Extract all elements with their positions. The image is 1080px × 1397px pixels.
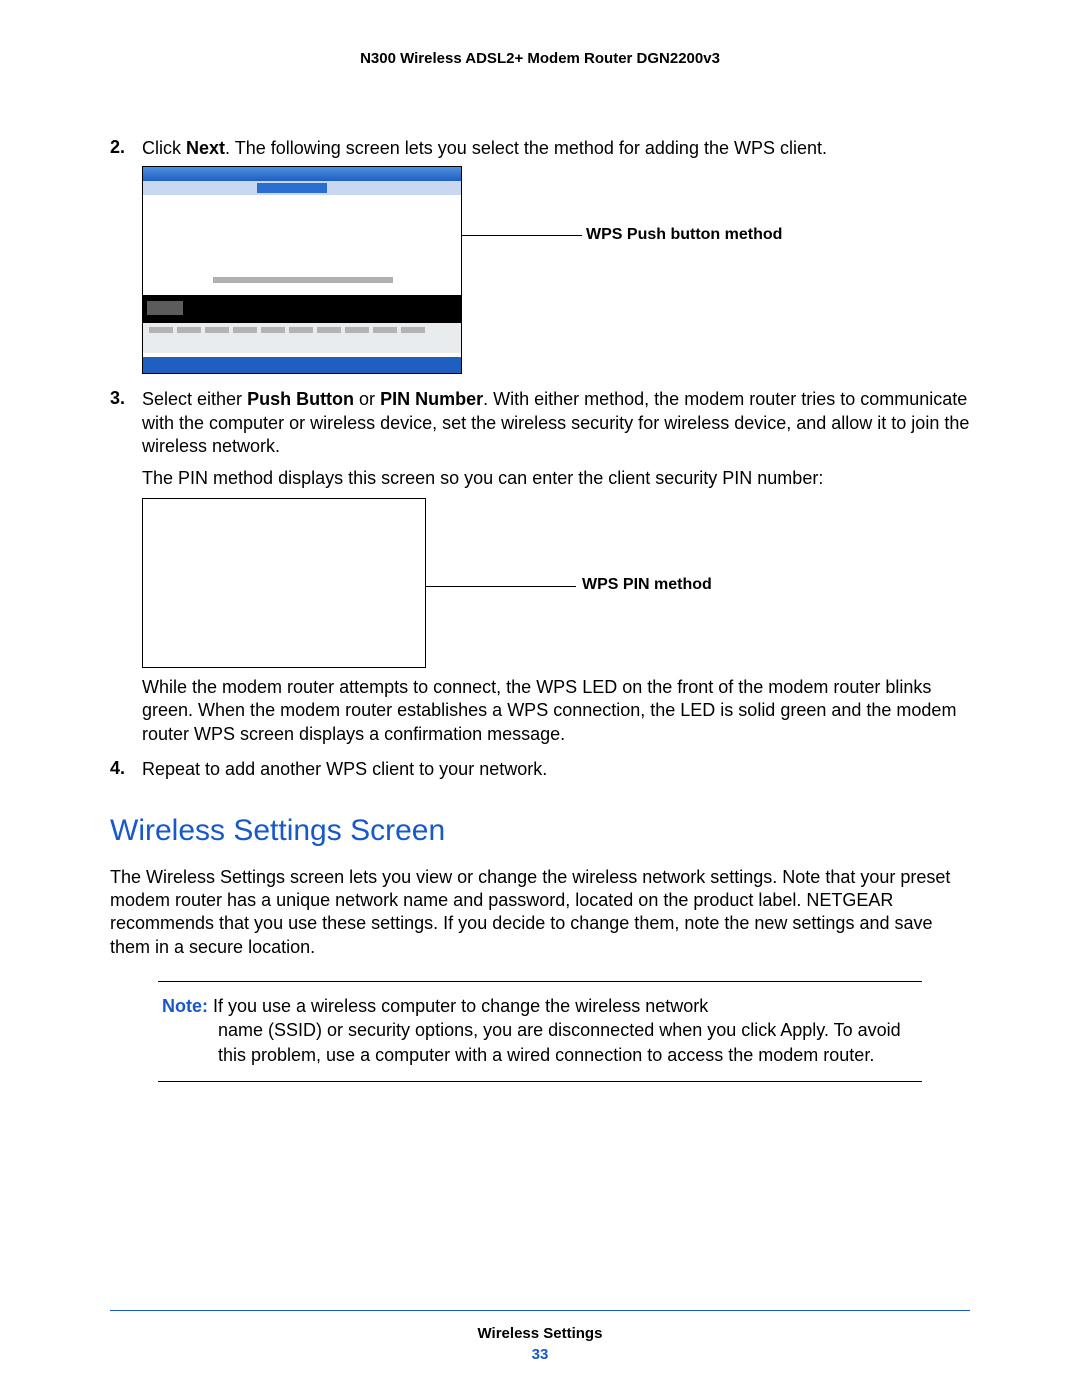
footer-section-label: Wireless Settings bbox=[0, 1325, 1080, 1342]
note-rule-bottom bbox=[158, 1081, 922, 1082]
step-2-body: Click Next. The following screen lets yo… bbox=[142, 137, 970, 160]
callout-2-label: WPS PIN method bbox=[582, 576, 712, 594]
step-2-text-pre: Click bbox=[142, 138, 186, 158]
step-3-number: 3. bbox=[110, 388, 142, 490]
footer-rule bbox=[110, 1310, 970, 1311]
document-page: N300 Wireless ADSL2+ Modem Router DGN220… bbox=[0, 0, 1080, 1397]
step-2: 2. Click Next. The following screen lets… bbox=[110, 137, 970, 160]
step-3-after-text: While the modem router attempts to conne… bbox=[142, 676, 970, 746]
callout-2-line bbox=[426, 586, 576, 587]
step-3: 3. Select either Push Button or PIN Numb… bbox=[110, 388, 970, 490]
step-3-bold2: PIN Number bbox=[380, 389, 483, 409]
note-block: Note: If you use a wireless computer to … bbox=[158, 981, 922, 1082]
wps-pin-screenshot bbox=[142, 498, 426, 668]
doc-header: N300 Wireless ADSL2+ Modem Router DGN220… bbox=[110, 50, 970, 67]
step-2-number: 2. bbox=[110, 137, 142, 160]
step-3-after: While the modem router attempts to conne… bbox=[110, 676, 970, 746]
page-footer: Wireless Settings 33 bbox=[0, 1325, 1080, 1363]
step-4-number: 4. bbox=[110, 758, 142, 781]
step-3-mid: or bbox=[354, 389, 380, 409]
section-heading: Wireless Settings Screen bbox=[110, 814, 970, 848]
step-3-extra: The PIN method displays this screen so y… bbox=[142, 467, 970, 490]
footer-page-number: 33 bbox=[0, 1346, 1080, 1363]
note-rest: name (SSID) or security options, you are… bbox=[218, 1018, 918, 1067]
step-2-text-post: . The following screen lets you select t… bbox=[225, 138, 827, 158]
step-2-bold: Next bbox=[186, 138, 225, 158]
figure-2-row: WPS PIN method bbox=[142, 498, 970, 668]
wps-method-screenshot bbox=[142, 166, 462, 374]
callout-1-label: WPS Push button method bbox=[586, 226, 782, 244]
section-paragraph: The Wireless Settings screen lets you vi… bbox=[110, 866, 970, 960]
step-4: 4. Repeat to add another WPS client to y… bbox=[110, 758, 970, 781]
note-line1: If you use a wireless computer to change… bbox=[208, 996, 708, 1016]
figure-1-row: WPS Push button method bbox=[142, 166, 970, 374]
step-3-bold1: Push Button bbox=[247, 389, 354, 409]
callout-1-line bbox=[462, 166, 582, 236]
step-3-pre: Select either bbox=[142, 389, 247, 409]
step-4-text: Repeat to add another WPS client to your… bbox=[142, 758, 970, 781]
step-3-body: Select either Push Button or PIN Number.… bbox=[142, 388, 970, 490]
note-label: Note: bbox=[162, 996, 208, 1016]
